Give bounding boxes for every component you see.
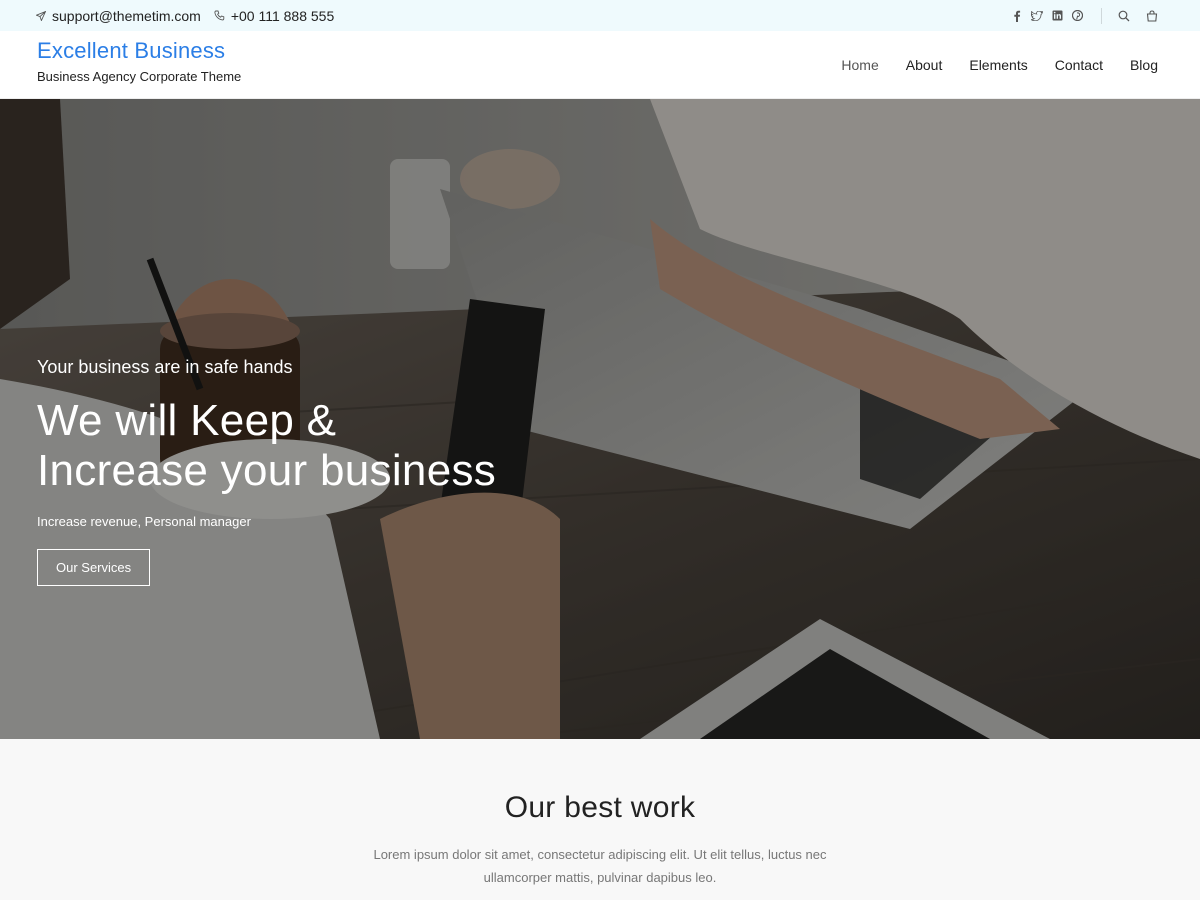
email-contact[interactable]: support@themetim.com [36,8,201,24]
cart-icon[interactable] [1142,6,1162,26]
best-work-section: Our best work Lorem ipsum dolor sit amet… [0,739,1200,900]
phone-contact[interactable]: +00 111 888 555 [214,8,334,24]
site-title[interactable]: Excellent Business [37,38,241,64]
brand: Excellent Business Business Agency Corpo… [37,38,241,84]
nav-item-blog[interactable]: Blog [1130,57,1158,73]
top-bar: support@themetim.com +00 111 888 555 [0,0,1200,31]
nav-item-about[interactable]: About [906,57,943,73]
nav-item-home[interactable]: Home [841,57,878,73]
hero-content: Your business are in safe hands We will … [37,357,496,586]
search-icon[interactable] [1114,6,1134,26]
phone-icon [214,10,225,21]
divider [1101,7,1102,24]
hero-subtext: Increase revenue, Personal manager [37,514,251,529]
site-header: Excellent Business Business Agency Corpo… [0,31,1200,99]
main-nav: Home About Elements Contact Blog [814,31,1158,99]
nav-item-contact[interactable]: Contact [1055,57,1103,73]
section-description: Lorem ipsum dolor sit amet, consectetur … [373,847,827,885]
section-title: Our best work [504,791,696,824]
hero-headline: We will Keep & Increase your business [37,396,496,496]
contact-info: support@themetim.com +00 111 888 555 [36,0,347,31]
hero-headline-line1: We will Keep & [37,396,337,445]
our-services-button[interactable]: Our Services [37,549,151,586]
nav-item-elements[interactable]: Elements [969,57,1027,73]
twitter-icon[interactable] [1027,6,1047,26]
linkedin-icon[interactable] [1047,6,1067,26]
hero-headline-line2: Increase your business [37,446,497,495]
send-icon [36,10,46,21]
hero-kicker: Your business are in safe hands [37,357,293,377]
phone-text: +00 111 888 555 [230,7,335,24]
email-text: support@themetim.com [52,7,201,24]
social-links [1007,0,1162,31]
site-tagline: Business Agency Corporate Theme [37,69,242,84]
facebook-icon[interactable] [1007,6,1027,26]
pinterest-icon[interactable] [1067,6,1087,26]
hero-banner: Your business are in safe hands We will … [0,99,1200,739]
